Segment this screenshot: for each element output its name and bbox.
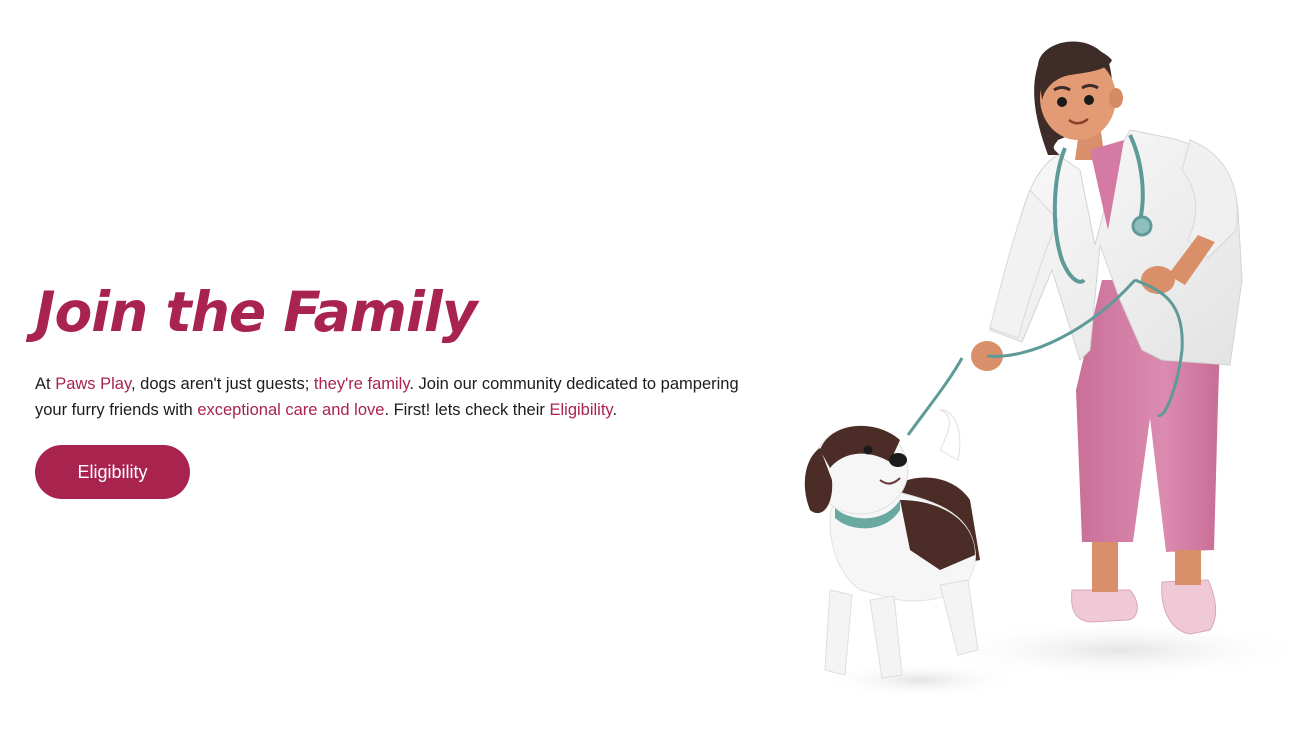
vet-walking-dog-illustration [804, 41, 1300, 698]
hero-text-block: Join the Family At Paws Play, dogs aren'… [35, 278, 775, 423]
hero-title: Join the Family [35, 280, 478, 344]
desc-text-5: . [612, 400, 618, 419]
desc-text-2: , dogs aren't just guests; [131, 375, 314, 393]
brand-name-highlight: Paws Play [55, 375, 131, 393]
desc-text-4: . First! lets check their [384, 400, 550, 419]
desc-text-1: At [35, 375, 56, 393]
hero-description: At Paws Play, dogs aren't just guests; t… [35, 372, 775, 423]
veterinarian-figure [971, 41, 1243, 635]
eligibility-highlight: Eligibility [549, 400, 613, 419]
care-highlight: exceptional care and love [197, 400, 385, 419]
eligibility-button[interactable]: Eligibility [35, 445, 190, 499]
dog-figure [804, 409, 980, 679]
family-highlight: they're family [313, 375, 410, 393]
hero-section: Join the Family At Paws Play, dogs aren'… [0, 0, 1300, 734]
